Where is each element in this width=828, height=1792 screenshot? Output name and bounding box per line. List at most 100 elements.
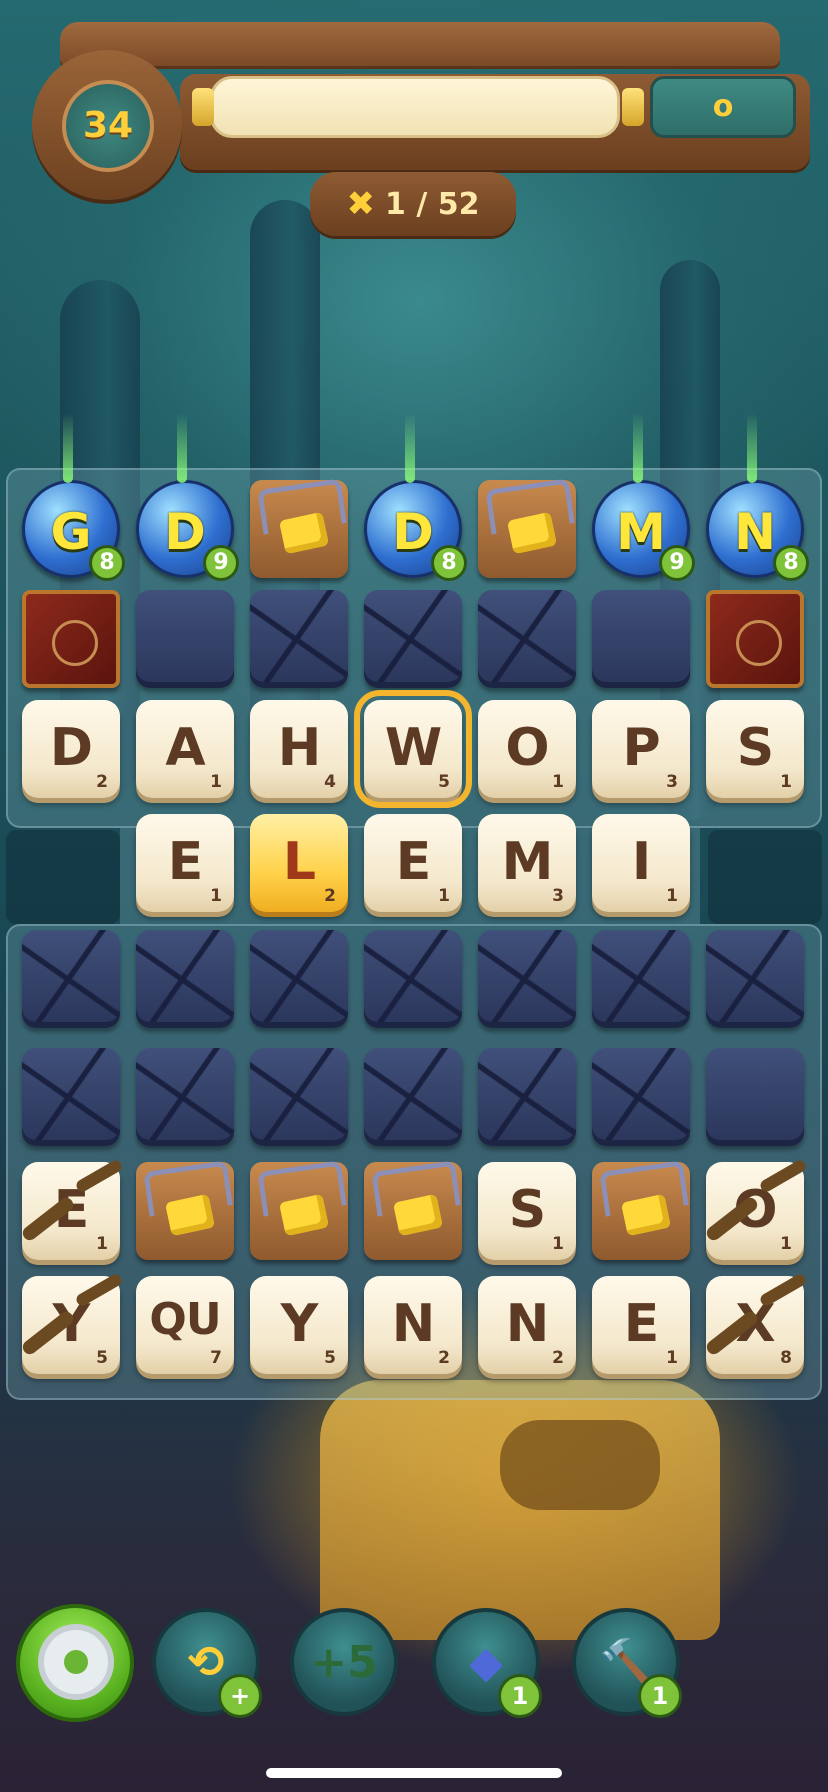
cracked-stone-block [364, 930, 462, 1028]
tile-letter: Y [280, 1294, 319, 1354]
cracked-stone-block [706, 930, 804, 1028]
bomb-fuse-smoke [63, 413, 73, 483]
letter-tile[interactable]: A1 [136, 700, 234, 798]
letter-tile[interactable]: H4 [250, 700, 348, 798]
cracked-stone-block [136, 930, 234, 1028]
tile-points: 1 [210, 886, 222, 906]
letter-tile[interactable]: P3 [592, 700, 690, 798]
book-emblem [736, 620, 782, 666]
letter-tile[interactable]: E1 [592, 1276, 690, 1374]
cracked-stone-block [22, 930, 120, 1028]
bomb-fuse-smoke [177, 413, 187, 483]
letter-tile[interactable]: S1 [478, 1162, 576, 1260]
settings-button[interactable] [16, 1604, 134, 1722]
tile-points: 5 [324, 1348, 336, 1368]
bomb-tile[interactable]: D9 [136, 413, 239, 581]
book-icon [22, 590, 120, 688]
hammer-button[interactable]: 🔨 1 [572, 1608, 682, 1718]
cracked-stone-block [592, 930, 690, 1028]
cheese-icon [392, 1193, 444, 1237]
background-totem [320, 1380, 720, 1640]
mousetrap-icon [478, 478, 576, 578]
moves-counter: ✖ 1 / 52 [310, 172, 516, 236]
tile-points: 2 [438, 1348, 450, 1368]
tile-points: 1 [438, 886, 450, 906]
book-emblem [52, 620, 98, 666]
letter-tile[interactable]: S1 [706, 700, 804, 798]
tile-points: 7 [210, 1348, 222, 1368]
letter-tile[interactable]: N2 [478, 1276, 576, 1374]
plus-five-icon: +5 [310, 1636, 378, 1688]
letter-tile[interactable]: O1 [706, 1162, 804, 1260]
home-indicator[interactable] [266, 1768, 562, 1778]
cheese-icon [620, 1193, 672, 1237]
mousetrap-icon [592, 1160, 690, 1260]
tile-points: 5 [96, 1348, 108, 1368]
letter-tile[interactable]: QU 7 [136, 1276, 234, 1374]
letter-tile[interactable]: E1 [364, 814, 462, 912]
tile-letter: E [167, 832, 204, 892]
letter-tile[interactable]: Y5 [250, 1276, 348, 1374]
cracked-stone-block [250, 590, 348, 688]
cracked-stone-block [478, 1048, 576, 1146]
bomb-tile[interactable]: G8 [22, 413, 125, 581]
cracked-stone-block [136, 1048, 234, 1146]
tile-points: 1 [780, 772, 792, 792]
letter-tile[interactable]: E1 [22, 1162, 120, 1260]
stone-block [136, 590, 234, 688]
hammer-count-badge: 1 [638, 1674, 682, 1718]
tile-points: 1 [666, 1348, 678, 1368]
book-icon [706, 590, 804, 688]
bomb-fuse-smoke [405, 413, 415, 483]
bomb-countdown: 8 [89, 545, 125, 581]
tile-letter: H [277, 718, 322, 778]
tile-letter: O [733, 1180, 777, 1240]
gear-icon [44, 1630, 108, 1694]
tile-letter: I [631, 832, 651, 892]
cracked-stone-block [250, 930, 348, 1028]
tile-letter: X [735, 1294, 775, 1354]
tile-letter: O [505, 718, 549, 778]
cracked-stone-block [478, 930, 576, 1028]
bomb-tile[interactable]: D8 [364, 413, 467, 581]
letter-tile[interactable]: X8 [706, 1276, 804, 1374]
tile-points: 5 [438, 772, 450, 792]
shuffle-button[interactable]: ⟲ + [152, 1608, 262, 1718]
level-number: 34 [62, 80, 154, 172]
tile-letter: E [623, 1294, 660, 1354]
letter-tile[interactable]: I1 [592, 814, 690, 912]
letter-tile[interactable]: L2 [250, 814, 348, 912]
bomb-countdown: 9 [659, 545, 695, 581]
letter-tile[interactable]: W5 [354, 690, 472, 808]
progress-cap-left [192, 88, 214, 126]
cracked-stone-block [478, 590, 576, 688]
mousetrap-icon [250, 478, 348, 578]
tile-points: 8 [780, 1348, 792, 1368]
magic-tile-count-badge: 1 [498, 1674, 542, 1718]
letter-tile[interactable]: D2 [22, 700, 120, 798]
shuffle-add-badge[interactable]: + [218, 1674, 262, 1718]
bomb-tile[interactable]: N8 [706, 413, 809, 581]
tile-letter: L [282, 832, 316, 892]
cheese-icon [278, 1193, 330, 1237]
bomb-tile[interactable]: M9 [592, 413, 695, 581]
letter-tile[interactable]: Y5 [22, 1276, 120, 1374]
tile-letter: S [508, 1180, 546, 1240]
tile-letter: QU [149, 1294, 221, 1345]
stone-block [706, 1048, 804, 1146]
letter-tile[interactable]: E1 [136, 814, 234, 912]
tile-points: 3 [552, 886, 564, 906]
letter-tile[interactable]: N2 [364, 1276, 462, 1374]
tile-points: 3 [666, 772, 678, 792]
tile-letter: Y [52, 1294, 91, 1354]
crossed-swords-icon: ✖ [346, 184, 376, 224]
tile-letter: D [49, 718, 93, 778]
board-gap-left [6, 830, 120, 924]
tile-points: 2 [552, 1348, 564, 1368]
magic-tile-button[interactable]: ◆ 1 [432, 1608, 542, 1718]
letter-tile[interactable]: O1 [478, 700, 576, 798]
plus-five-button[interactable]: +5 [290, 1608, 398, 1716]
letter-tile[interactable]: M3 [478, 814, 576, 912]
tile-letter: P [622, 718, 660, 778]
tile-points: 2 [324, 886, 336, 906]
